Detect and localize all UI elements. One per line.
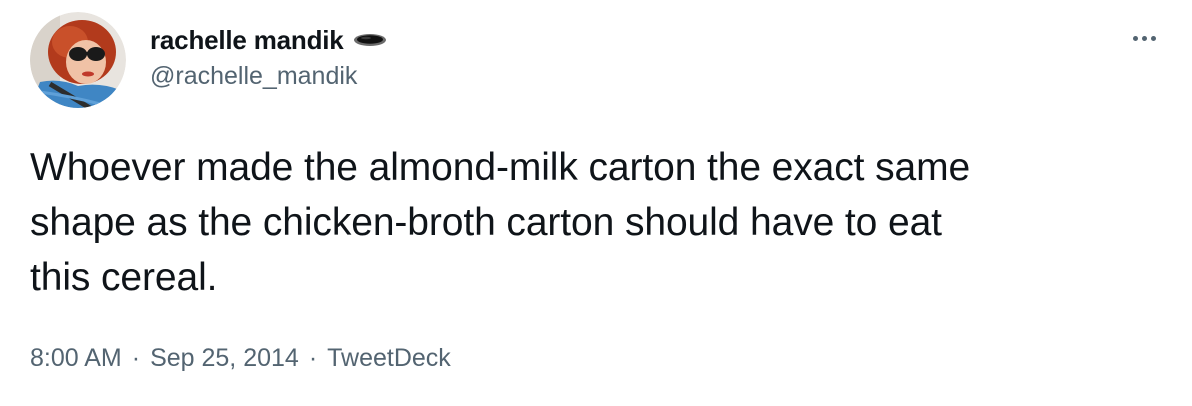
- more-dot: [1141, 35, 1147, 41]
- tweet-source[interactable]: TweetDeck: [327, 344, 451, 373]
- tweet-card: rachelle mandik @rachelle_mandik Whoever…: [0, 0, 1192, 406]
- avatar-image: [30, 12, 126, 108]
- author-handle[interactable]: @rachelle_mandik: [150, 62, 388, 91]
- more-dot: [1150, 35, 1156, 41]
- tweet-date[interactable]: Sep 25, 2014: [150, 344, 299, 373]
- tweet-meta: 8:00 AM · Sep 25, 2014 · TweetDeck: [30, 344, 451, 373]
- display-name-row: rachelle mandik: [150, 24, 388, 56]
- avatar[interactable]: [30, 12, 126, 108]
- tweet-text: Whoever made the almond-milk carton the …: [30, 146, 971, 299]
- tweet-time[interactable]: 8:00 AM: [30, 344, 122, 373]
- pothole-icon: [352, 31, 388, 49]
- more-icon[interactable]: [1124, 22, 1164, 54]
- meta-separator: ·: [131, 344, 141, 372]
- more-dot: [1132, 35, 1138, 41]
- author-block: rachelle mandik @rachelle_mandik: [150, 24, 388, 91]
- meta-separator: ·: [308, 344, 318, 372]
- display-name[interactable]: rachelle mandik: [150, 25, 344, 56]
